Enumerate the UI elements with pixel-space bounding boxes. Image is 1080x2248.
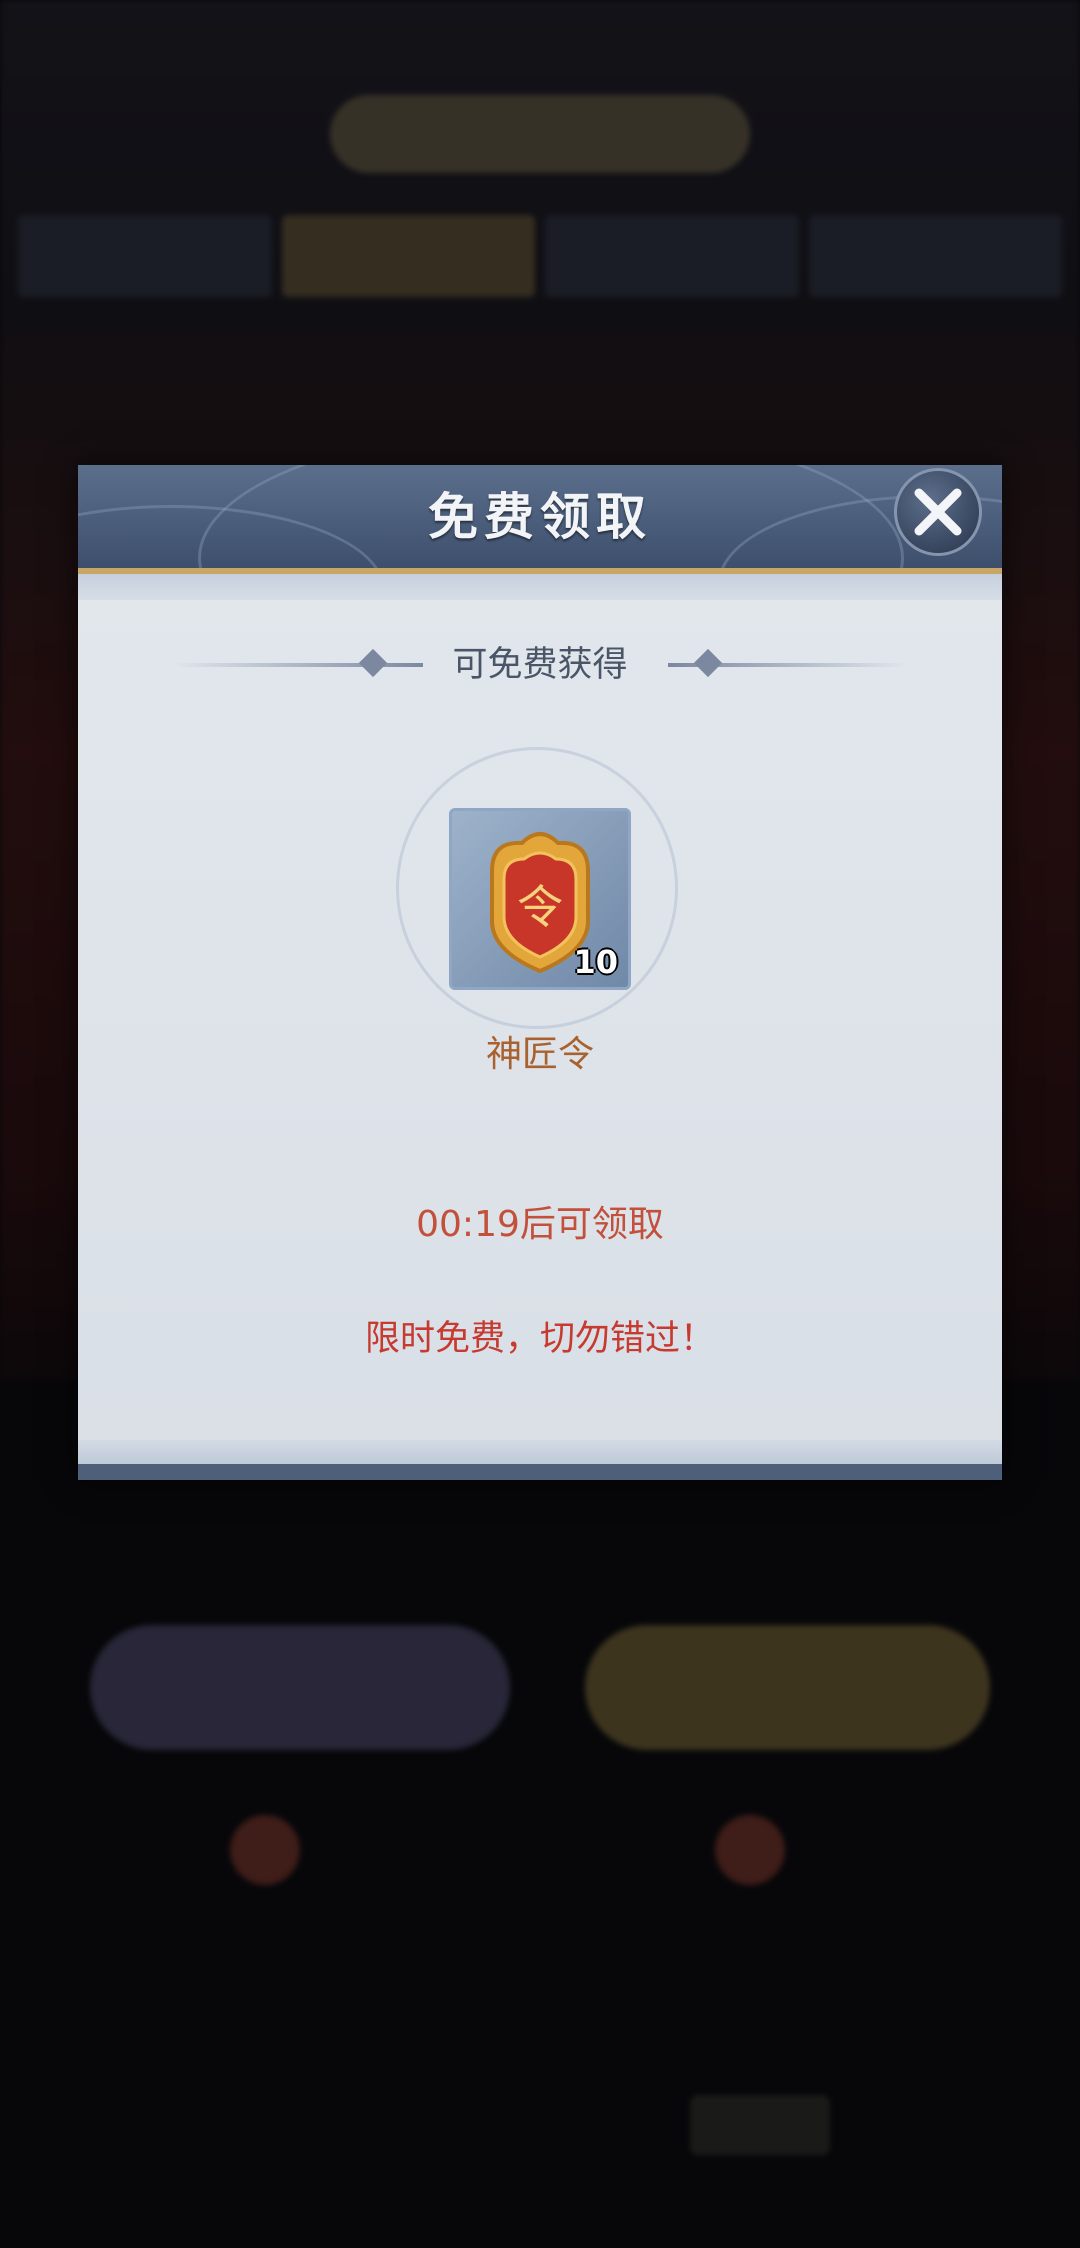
background-tab-bar bbox=[18, 215, 1062, 297]
free-claim-dialog: 免费领取 可免费获得 令 10 神匠令 00:19后可领取 限时免费，切勿错过！ bbox=[78, 465, 1002, 1480]
subtitle-text: 可免费获得 bbox=[452, 645, 628, 685]
item-count-badge: 10 bbox=[573, 943, 618, 981]
background-tab-active bbox=[281, 215, 535, 297]
item-name-label: 神匠令 bbox=[485, 1034, 594, 1075]
background-bottom-bar bbox=[690, 2095, 830, 2155]
token-glyph: 令 bbox=[517, 880, 563, 934]
dialog-header: 免费领取 bbox=[78, 465, 1002, 568]
cloud-pattern-band-top bbox=[78, 574, 1002, 600]
subtitle-row: 可免费获得 bbox=[78, 640, 1002, 690]
claim-countdown-text: 00:19后可领取 bbox=[416, 1204, 664, 1245]
background-avatar-icon bbox=[715, 1815, 785, 1885]
background-tab bbox=[808, 215, 1062, 297]
background-title-banner bbox=[330, 95, 750, 173]
promo-text: 限时免费，切勿错过！ bbox=[364, 1319, 715, 1359]
background-avatar-icon bbox=[230, 1815, 300, 1885]
background-tab bbox=[18, 215, 272, 297]
background-button-left bbox=[90, 1625, 510, 1750]
dialog-footer-bar bbox=[78, 1464, 1002, 1480]
close-icon bbox=[914, 488, 962, 536]
reward-item-slot[interactable]: 令 10 bbox=[449, 808, 631, 990]
background-tab bbox=[545, 215, 799, 297]
background-button-right bbox=[585, 1625, 990, 1750]
dialog-title: 免费领取 bbox=[428, 487, 652, 546]
cloud-pattern-band-bottom bbox=[78, 1440, 1002, 1464]
close-button[interactable] bbox=[894, 468, 982, 556]
